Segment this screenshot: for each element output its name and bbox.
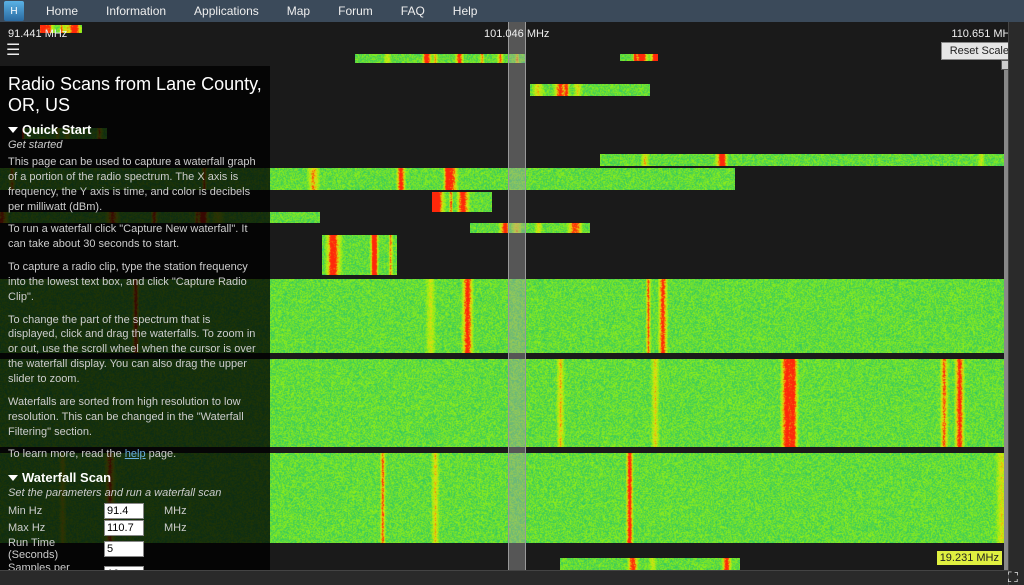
min-hz-input[interactable] (104, 503, 144, 519)
waterfall-14[interactable] (560, 558, 740, 570)
top-navbar: H HomeInformationApplicationsMapForumFAQ… (0, 0, 1024, 22)
nav-faq[interactable]: FAQ (387, 0, 439, 22)
menu-toggle-icon[interactable]: ☰ (6, 44, 20, 58)
reset-scale-button[interactable]: Reset Scale (941, 42, 1018, 60)
fullscreen-icon[interactable]: ⛶ (1008, 569, 1022, 583)
freq-label-right: 110.651 MHz (951, 28, 1016, 40)
waterfall-2[interactable] (620, 54, 658, 61)
qs-p2: To run a waterfall click "Capture New wa… (8, 222, 262, 252)
quick-start-header[interactable]: Quick Start (8, 122, 262, 137)
freq-label-center: 101.046 MHz (484, 28, 549, 40)
nav-help[interactable]: Help (439, 0, 492, 22)
runtime-input[interactable] (104, 541, 144, 557)
max-hz-input[interactable] (104, 520, 144, 536)
frequency-span-label: 19.231 MHz (937, 551, 1002, 565)
freq-label-left: 91.441 MHz (8, 28, 67, 40)
waterfall-scan-header[interactable]: Waterfall Scan (8, 470, 262, 485)
help-link[interactable]: help (125, 448, 146, 460)
max-hz-label: Max Hz (8, 522, 104, 534)
waterfall-10[interactable] (322, 235, 397, 275)
qs-p3: To capture a radio clip, type the statio… (8, 260, 262, 305)
horizontal-scrollbar[interactable] (0, 570, 1008, 585)
runtime-label: Run Time (Seconds) (8, 537, 104, 561)
nav-information[interactable]: Information (92, 0, 180, 22)
scan-sub: Set the parameters and run a waterfall s… (8, 487, 262, 499)
waterfall-7[interactable] (432, 192, 492, 212)
waterfall-5[interactable] (600, 154, 1005, 166)
qs-p5: Waterfalls are sorted from high resoluti… (8, 395, 262, 440)
chevron-down-icon (8, 475, 18, 481)
quick-start-sub: Get started (8, 139, 262, 151)
frequency-cursor[interactable] (508, 22, 526, 570)
min-hz-label: Min Hz (8, 505, 104, 517)
waterfall-1[interactable] (355, 54, 525, 63)
page-title: Radio Scans from Lane County, OR, US (8, 74, 262, 116)
qs-p1: This page can be used to capture a water… (8, 155, 262, 214)
waterfall-3[interactable] (530, 84, 650, 96)
waterfall-stage[interactable]: 91.441 MHz 101.046 MHz 110.651 MHz Reset… (0, 22, 1024, 585)
qs-p6: To learn more, read the help page. (8, 447, 262, 462)
waterfall-9[interactable] (470, 223, 590, 233)
control-sidebar: Radio Scans from Lane County, OR, US Qui… (0, 66, 270, 585)
nav-forum[interactable]: Forum (324, 0, 387, 22)
chevron-down-icon (8, 127, 18, 133)
qs-p4: To change the part of the spectrum that … (8, 313, 262, 387)
site-logo[interactable]: H (4, 1, 24, 21)
vertical-scrollbar[interactable] (1008, 22, 1024, 585)
nav-map[interactable]: Map (273, 0, 324, 22)
nav-applications[interactable]: Applications (180, 0, 273, 22)
nav-home[interactable]: Home (32, 0, 92, 22)
